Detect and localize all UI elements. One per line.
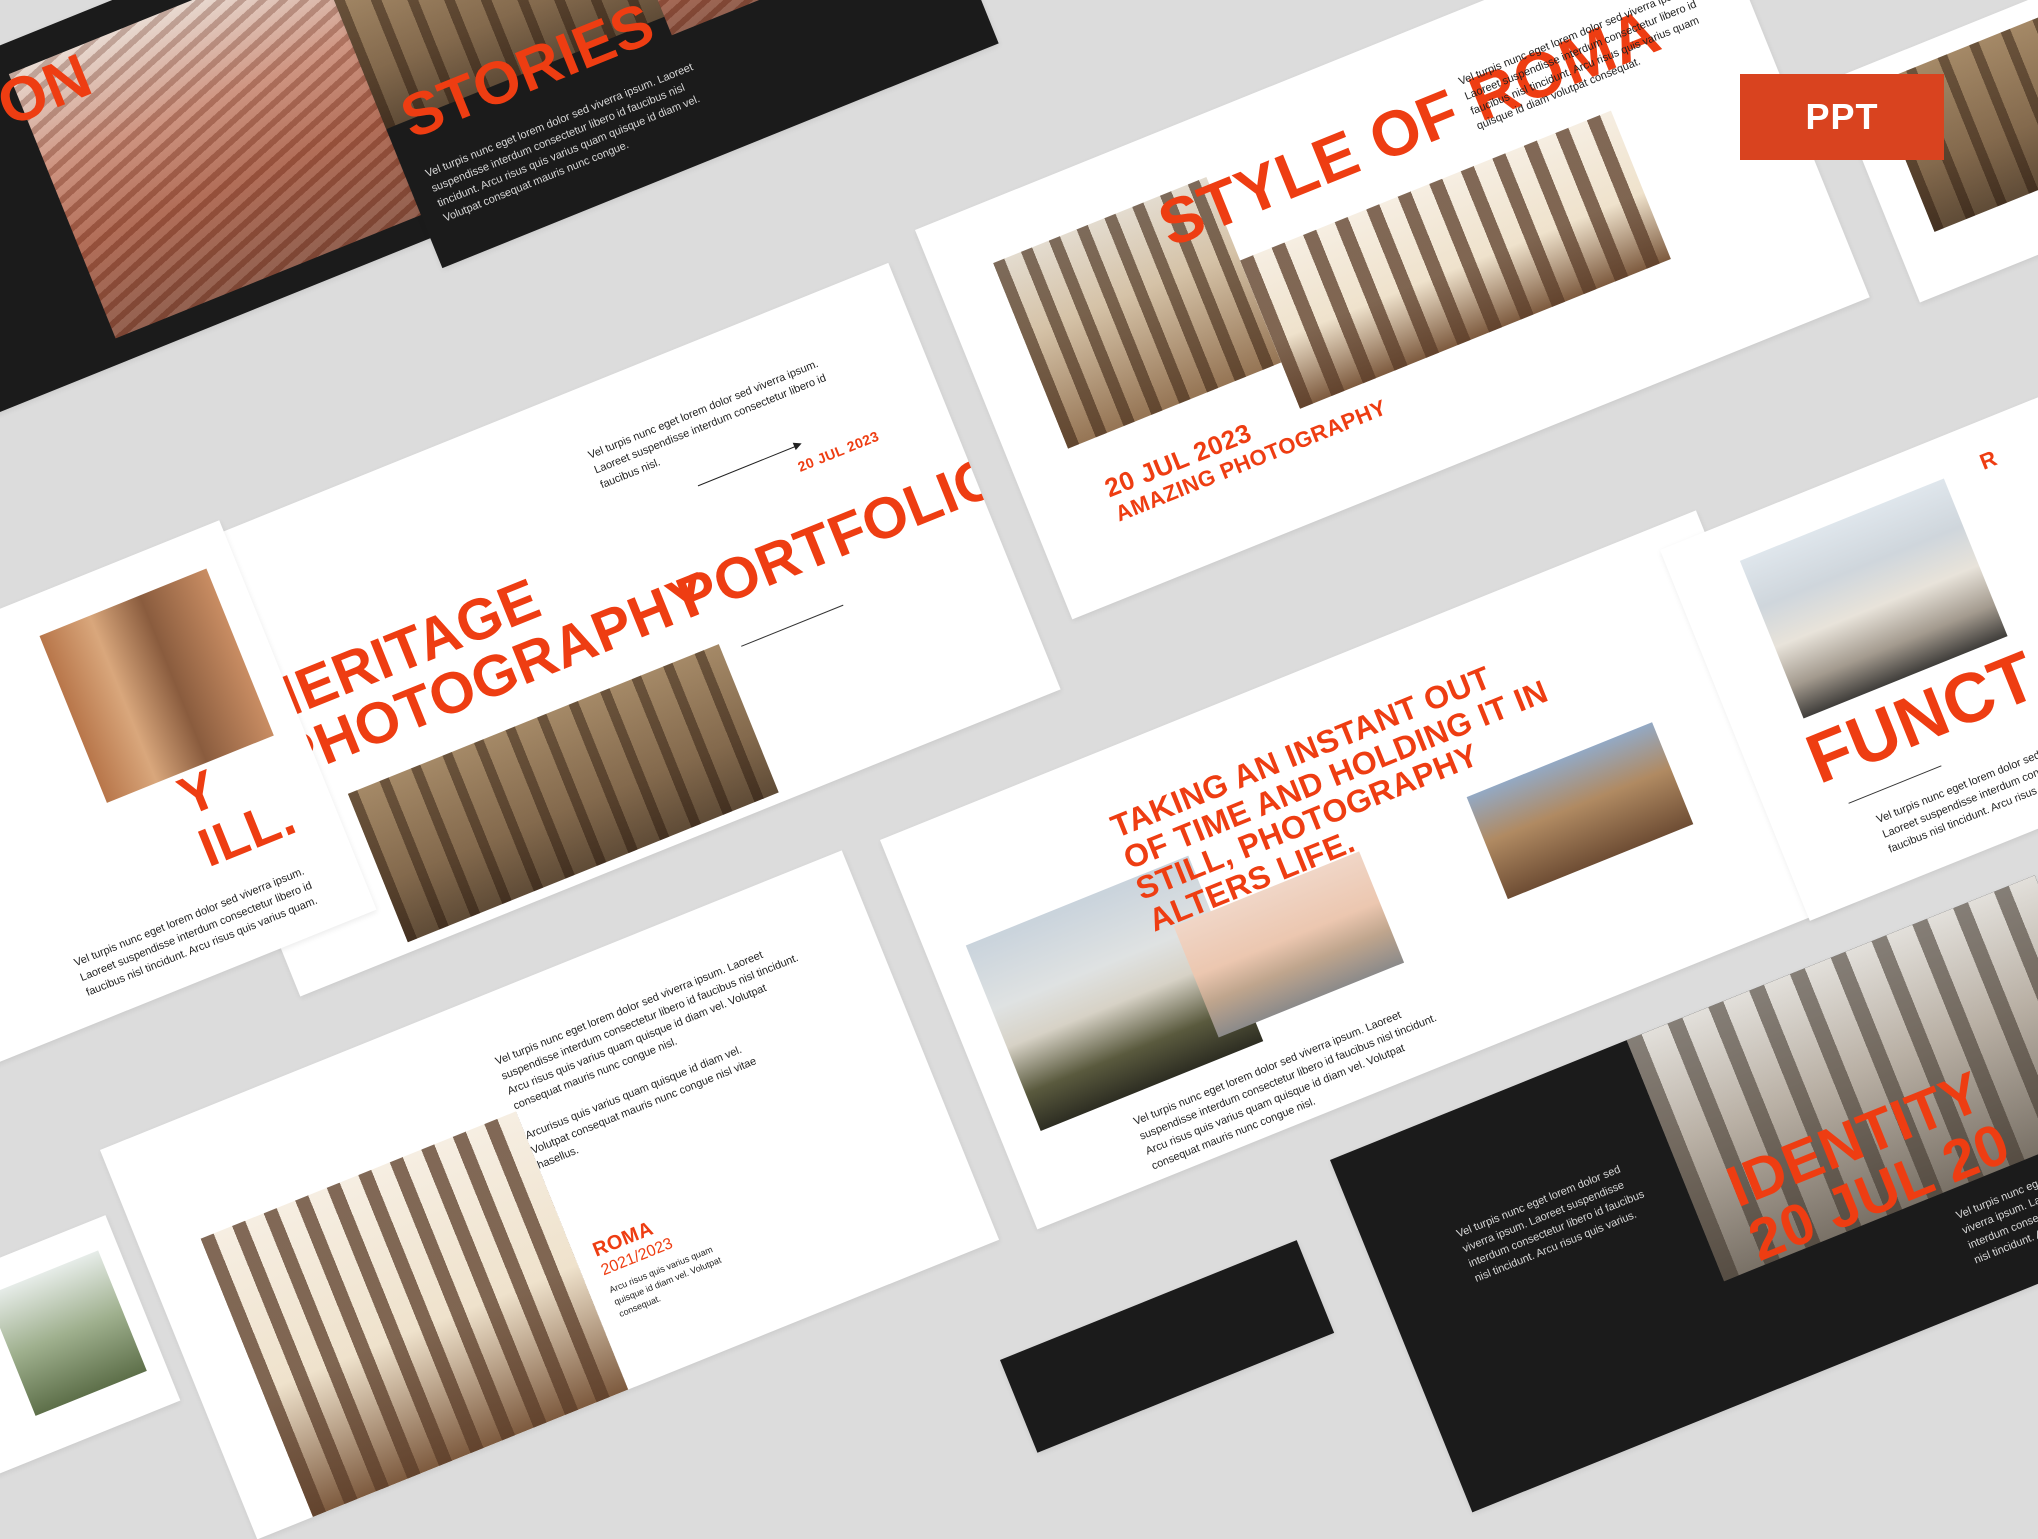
mockup-stage: PPT ON STORIES Vel turpis nunc eget lore… (0, 0, 2038, 1539)
identity-body: Vel turpis nunc eget lorem dolor sed viv… (1455, 1163, 1647, 1285)
cover-title-line3: PORTFOLIO (667, 442, 1010, 632)
slide-side-label: R (1976, 445, 2001, 475)
ppt-badge: PPT (1740, 74, 1944, 160)
divider (741, 604, 844, 647)
slide-stories: STORIES Vel turpis nunc eget lorem dolor… (330, 0, 999, 269)
temple-ruins-photo (200, 1111, 629, 1517)
slide-bottom-dark (1000, 1240, 1335, 1453)
tree-photo (0, 1250, 147, 1416)
arrow-icon (697, 444, 801, 487)
street-photo (39, 568, 274, 803)
cover-date: 20 JUL 2023 (795, 427, 882, 475)
slide-body: Vel turpis nunc eget lorem dolor sed viv… (72, 865, 320, 999)
